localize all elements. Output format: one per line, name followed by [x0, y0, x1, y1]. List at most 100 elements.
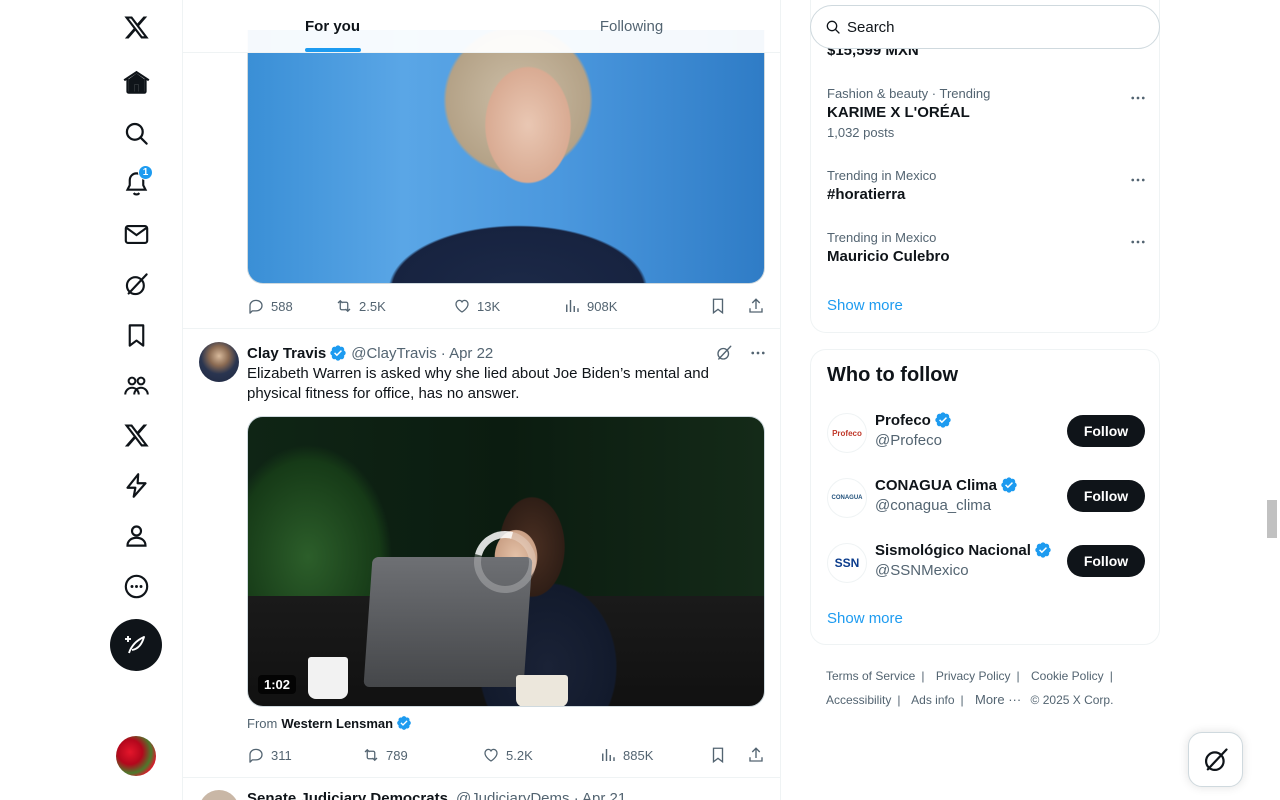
suggestion-handle[interactable]: @SSNMexico	[875, 562, 969, 579]
trends-show-more-link[interactable]: Show more	[827, 297, 903, 314]
trend-category: Trending in Mexico	[827, 168, 937, 183]
suggestion-handle[interactable]: @Profeco	[875, 432, 942, 449]
reply-button[interactable]: 311	[247, 746, 362, 764]
x-logo-icon[interactable]	[110, 1, 162, 53]
footer-links: Terms of Service | Privacy Policy | Cookie…	[826, 664, 1146, 712]
messages-envelope-icon[interactable]	[110, 208, 162, 260]
home-icon[interactable]	[110, 56, 162, 108]
more-dots-icon[interactable]	[1129, 89, 1147, 107]
suggestion-name[interactable]: Sismológico Nacional	[875, 541, 1052, 559]
bookmark-icon[interactable]	[709, 746, 727, 764]
heart-icon	[455, 299, 469, 313]
follow-suggestion[interactable]: SSN Sismológico Nacional @SSNMexico Foll…	[827, 541, 1145, 585]
footer-cookie-link[interactable]: Cookie Policy	[1031, 669, 1104, 683]
follow-button[interactable]: Follow	[1067, 480, 1145, 512]
verified-badge-icon	[397, 716, 411, 730]
sidebar-right: $15,599 MXN Fashion & beauty · Trending …	[810, 0, 1160, 800]
views-button[interactable]: 885K	[599, 746, 653, 764]
tweet-divider	[183, 777, 780, 778]
tweet-divider	[183, 328, 780, 329]
tab-label: Following	[599, 17, 664, 35]
more-options-icon[interactable]	[110, 560, 162, 612]
explore-search-icon[interactable]	[110, 107, 162, 159]
grok-explain-icon[interactable]	[715, 344, 733, 362]
video-duration: 1:02	[258, 675, 297, 694]
follow-suggestion[interactable]: Profeco Profeco @Profeco Follow	[827, 411, 1145, 455]
like-button[interactable]: 13K	[453, 297, 563, 315]
trend-title: #horatierra	[827, 186, 906, 203]
tweet-date[interactable]: · Apr 22	[441, 345, 494, 362]
repost-button[interactable]: 2.5K	[335, 297, 453, 315]
grok-floating-button[interactable]	[1188, 732, 1243, 787]
footer-terms-link[interactable]: Terms of Service	[826, 669, 915, 683]
footer-copyright: © 2025 X Corp.	[1030, 693, 1114, 707]
trend-item[interactable]: Fashion & beauty · Trending KARIME X L'O…	[827, 86, 1147, 140]
verified-badge-icon	[1001, 477, 1017, 493]
verified-orgs-lightning-icon[interactable]	[110, 459, 162, 511]
search-input[interactable]: Search	[810, 5, 1160, 49]
suggestion-name[interactable]: Profeco	[875, 411, 952, 429]
repost-icon	[337, 299, 351, 313]
trend-item[interactable]: Trending in Mexico #horatierra	[827, 168, 1147, 203]
follow-button[interactable]: Follow	[1067, 415, 1145, 447]
tab-label: For you	[305, 17, 360, 35]
scrollbar-thumb[interactable]	[1267, 500, 1277, 538]
tweet-author-avatar[interactable]	[199, 790, 239, 800]
feather-plus-icon	[125, 636, 145, 654]
profile-icon[interactable]	[110, 509, 162, 561]
author-name[interactable]: Clay Travis	[247, 345, 326, 362]
compose-post-button[interactable]	[110, 619, 162, 671]
trend-title: Mauricio Culebro	[827, 248, 950, 265]
more-dots-icon[interactable]	[1129, 171, 1147, 189]
author-handle[interactable]: @ClayTravis	[351, 345, 437, 362]
verified-badge-icon	[935, 412, 951, 428]
suggestion-handle[interactable]: @conagua_clima	[875, 497, 991, 514]
view-count: 885K	[623, 747, 654, 763]
more-dots-icon[interactable]	[749, 344, 767, 362]
like-count: 5.2K	[506, 747, 533, 763]
account-avatar[interactable]	[116, 736, 156, 776]
communities-icon[interactable]	[110, 359, 162, 411]
source-name[interactable]: Western Lensman	[281, 716, 393, 731]
like-button[interactable]: 5.2K	[482, 746, 599, 764]
grok-icon[interactable]	[110, 258, 162, 310]
footer-more-button[interactable]: More ···	[975, 692, 1021, 707]
tweet-image[interactable]	[247, 30, 765, 284]
suggestion-name[interactable]: CONAGUA Clima	[875, 476, 1018, 494]
tweet-author-avatar[interactable]	[199, 342, 239, 382]
page-scrollbar[interactable]	[1264, 0, 1280, 800]
share-icon[interactable]	[747, 297, 765, 315]
left-navigation: 1	[0, 0, 182, 800]
reply-count: 311	[271, 747, 292, 763]
author-name[interactable]: Senate Judiciary Democrats	[247, 790, 448, 800]
premium-x-icon[interactable]	[110, 409, 162, 461]
who-to-follow-show-more-link[interactable]: Show more	[827, 610, 903, 627]
notifications-bell-icon[interactable]: 1	[110, 157, 162, 209]
tweet-video[interactable]: 1:02	[247, 416, 765, 707]
tab-following[interactable]: Following	[482, 0, 780, 52]
active-tab-indicator	[304, 48, 361, 52]
avatar-logo-text: Profeco	[832, 428, 862, 438]
suggestion-avatar[interactable]: SSN	[827, 543, 867, 583]
avatar-logo-text: SSN	[834, 556, 860, 570]
follow-suggestion[interactable]: CONAGUA CONAGUA Clima @conagua_clima Fol…	[827, 476, 1145, 520]
author-handle[interactable]: @JudiciaryDems · Apr 21	[456, 790, 626, 800]
bookmark-icon[interactable]	[709, 297, 727, 315]
suggestion-avatar[interactable]: Profeco	[827, 413, 867, 453]
suggestion-avatar[interactable]: CONAGUA	[827, 478, 867, 518]
views-button[interactable]: 908K	[563, 297, 617, 315]
follow-button[interactable]: Follow	[1067, 545, 1145, 577]
footer-ads-link[interactable]: Ads info	[911, 693, 954, 707]
tab-for-you[interactable]: For you	[183, 0, 482, 52]
trend-item[interactable]: Trending in Mexico Mauricio Culebro	[827, 230, 1147, 265]
repost-button[interactable]: 789	[362, 746, 482, 764]
footer-accessibility-link[interactable]: Accessibility	[826, 693, 891, 707]
bookmarks-icon[interactable]	[110, 309, 162, 361]
share-icon[interactable]	[747, 746, 765, 764]
repost-count: 789	[386, 747, 408, 763]
search-icon	[826, 20, 840, 34]
more-dots-icon[interactable]	[1129, 233, 1147, 251]
footer-privacy-link[interactable]: Privacy Policy	[936, 669, 1011, 683]
reply-button[interactable]: 588	[247, 297, 335, 315]
who-to-follow-card: Who to follow Profeco Profeco @Profeco F…	[810, 349, 1160, 645]
